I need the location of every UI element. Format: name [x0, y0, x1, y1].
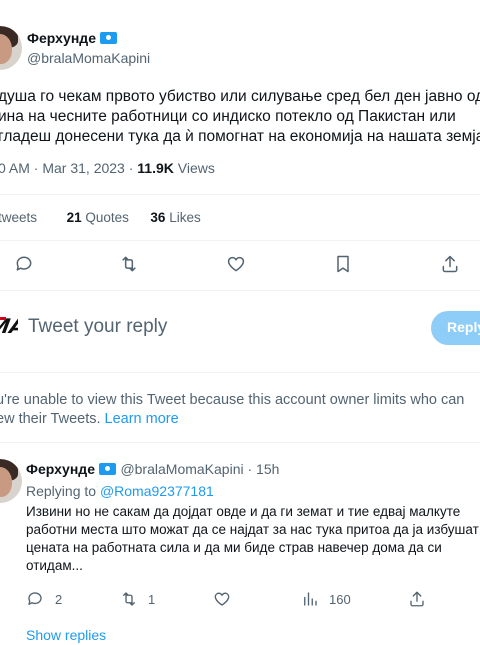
reply-text: Извини но не сакам да дојдат овде и да г… — [26, 503, 479, 575]
verified-badge-icon — [98, 463, 116, 475]
reply-icon[interactable] — [14, 254, 34, 274]
tweet-text-line-3: гладеш донесени тука да ѝ помогнат на ек… — [0, 128, 480, 145]
quotes-count: 21 — [66, 210, 82, 225]
divider — [0, 290, 480, 291]
reply-text-line-2: работни места што можат да се најдат за … — [26, 522, 479, 537]
composer-avatar: MA — [0, 311, 18, 341]
divider — [0, 240, 480, 241]
retweet-count: 1 — [148, 592, 156, 607]
reply-count: 2 — [55, 592, 63, 607]
reply-header: Ферхунде @bralaMomaKapini · 15h — [26, 461, 279, 479]
tweet-meta: 0 AM · Mar 31, 2023 · 11.9K Views — [0, 160, 215, 176]
retweet-icon[interactable] — [119, 254, 139, 274]
share-icon[interactable] — [440, 254, 460, 274]
likes-label: Likes — [165, 210, 201, 225]
notice-line-1: u're unable to view this Tweet because t… — [0, 392, 465, 408]
tweet-timestamp[interactable]: 0 AM · Mar 31, 2023 · — [0, 160, 137, 176]
like-icon[interactable] — [213, 590, 231, 608]
learn-more-link[interactable]: Learn more — [105, 411, 179, 427]
reply-text-line-1: Извини но не сакам да дојдат овде и да г… — [26, 504, 461, 519]
divider — [0, 442, 480, 443]
retweet-icon[interactable] — [120, 590, 138, 608]
bookmark-icon[interactable] — [333, 254, 353, 274]
divider — [0, 372, 480, 373]
retweets-link[interactable]: tweets — [0, 210, 37, 225]
reply-text-line-4: отидам... — [26, 558, 83, 573]
tweet-text-line-2: ина на чесните работници со индиско поте… — [0, 108, 456, 125]
reply-input[interactable]: Tweet your reply — [28, 316, 167, 338]
notice-line-2: ew their Tweets. — [0, 411, 105, 427]
views-count: 11.9K — [137, 160, 174, 176]
reply-views-count: 160 — [329, 592, 351, 607]
reply-icon[interactable] — [26, 590, 44, 608]
reply-author-handle[interactable]: @bralaMomaKapini — [120, 461, 243, 477]
author-avatar[interactable] — [0, 26, 22, 70]
replying-to-label: Replying to — [26, 483, 100, 499]
tweet-author[interactable]: Ферхунде — [27, 30, 117, 48]
verified-badge-icon — [99, 32, 117, 44]
reply-text-line-3: цената на работната сила и да ми биде ст… — [26, 540, 442, 555]
share-icon[interactable] — [408, 590, 426, 608]
likes-count: 36 — [150, 210, 166, 225]
reply-author-name[interactable]: Ферхунде — [26, 461, 95, 477]
composer-avatar-accent — [0, 317, 6, 320]
restricted-notice: u're unable to view this Tweet because t… — [0, 391, 464, 429]
replying-to: Replying to @Roma92377181 — [26, 483, 214, 499]
replying-to-handle[interactable]: @Roma92377181 — [100, 483, 214, 499]
author-name[interactable]: Ферхунде — [27, 30, 96, 46]
likes-link[interactable]: 36 Likes — [150, 210, 200, 225]
divider — [0, 194, 480, 195]
quotes-link[interactable]: 21 Quotes — [67, 210, 129, 225]
like-icon[interactable] — [226, 254, 246, 274]
reply-age[interactable]: · 15h — [244, 461, 279, 477]
tweet-text-line-1: душа го чекам првото убиство или силувањ… — [0, 88, 480, 105]
quotes-label: Quotes — [81, 210, 129, 225]
reply-author-avatar[interactable] — [0, 459, 22, 503]
tweet-stats: tweets 21 Quotes 36 Likes — [0, 210, 201, 225]
reply-button[interactable]: Reply — [431, 311, 480, 345]
composer-avatar-logo: MA — [0, 314, 18, 338]
views-icon[interactable] — [301, 590, 319, 608]
author-handle[interactable]: @bralaMomaKapini — [27, 50, 150, 66]
views-label: Views — [173, 160, 215, 176]
show-replies-link[interactable]: Show replies — [26, 627, 106, 643]
